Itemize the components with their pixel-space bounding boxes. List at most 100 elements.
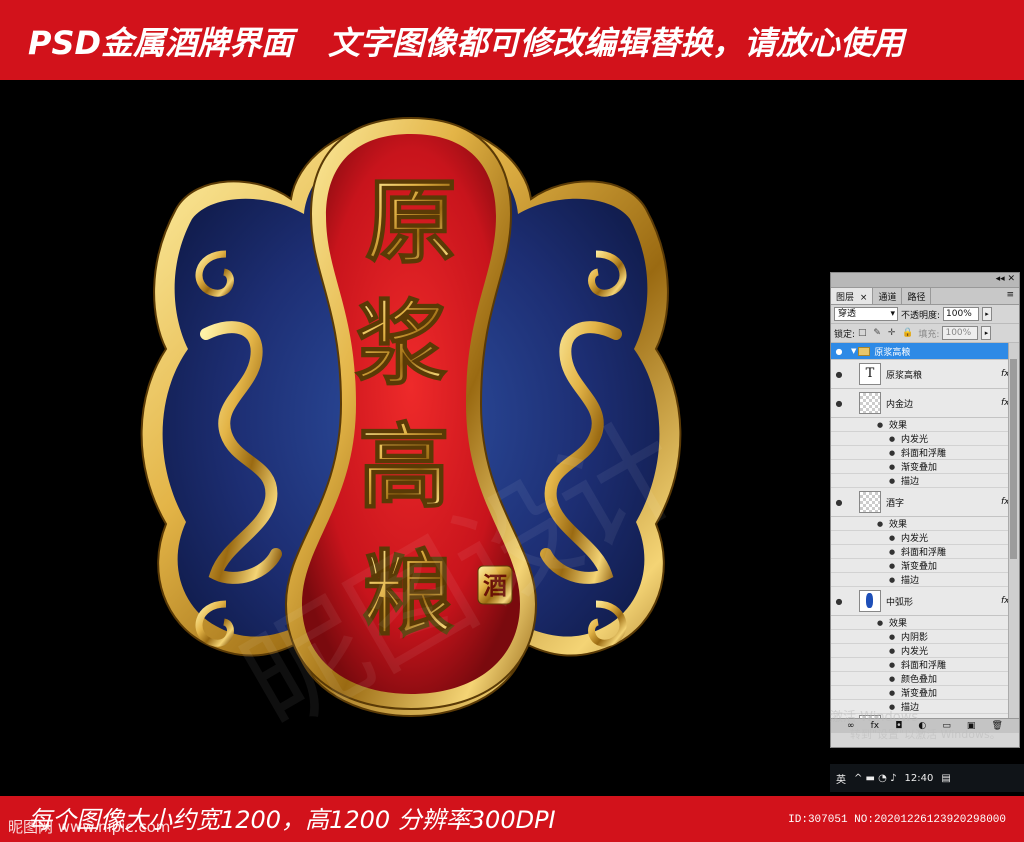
blend-row: 穿透 ▾ 不透明度: 100% ▸ <box>831 305 1019 324</box>
tab-paths[interactable]: 路径 <box>902 288 932 304</box>
tab-layers[interactable]: 图层 × <box>831 288 874 304</box>
opacity-input[interactable]: 100% <box>943 307 980 321</box>
eye-icon[interactable]: ● <box>877 421 889 429</box>
eye-icon[interactable]: ● <box>889 576 901 584</box>
eye-icon[interactable]: ● <box>877 619 889 627</box>
layer-thumb <box>859 392 881 414</box>
effect-name: 描边 <box>901 477 920 487</box>
eye-icon[interactable]: ● <box>889 647 901 655</box>
eye-icon[interactable]: ● <box>889 689 901 697</box>
effect-item[interactable]: ● 渐变叠加 <box>831 686 1019 700</box>
effect-name: 内发光 <box>901 435 929 445</box>
fill-label: 填充: <box>918 329 940 340</box>
layer-row-text[interactable]: ● T 原浆高粮 fx <box>831 360 1019 389</box>
activate-windows-watermark: 激活 Windows <box>830 710 919 725</box>
tab-close-icon[interactable]: × <box>860 293 868 303</box>
visibility-eye-icon[interactable]: ● <box>831 347 847 356</box>
lock-icons[interactable]: □ ✎ ✛ 🔒 <box>858 328 915 338</box>
shape-layer-thumb <box>859 590 881 612</box>
effect-item[interactable]: ● 渐变叠加 <box>831 559 1019 573</box>
effect-name: 渐变叠加 <box>901 463 938 473</box>
lock-label: 锁定: <box>834 329 856 340</box>
layer-group-row[interactable]: ● ▼ 原浆高粮 <box>831 343 1019 360</box>
effect-name: 颜色叠加 <box>901 675 938 685</box>
effect-item[interactable]: ● 斜面和浮雕 <box>831 446 1019 460</box>
eye-icon[interactable]: ● <box>877 520 889 528</box>
effect-name: 斜面和浮雕 <box>901 661 947 671</box>
lock-row: 锁定: □ ✎ ✛ 🔒 填充: 100% ▸ <box>831 324 1019 343</box>
panel-collapse-icon[interactable]: ◂◂ ✕ <box>996 274 1015 284</box>
eye-icon[interactable]: ● <box>889 477 901 485</box>
layer-row-wine-char[interactable]: ● 酒字 fx <box>831 488 1019 517</box>
folder-icon <box>858 346 871 356</box>
main-char-1: 原 <box>365 168 457 276</box>
text-layer-thumb: T <box>859 363 881 385</box>
eye-icon[interactable]: ● <box>889 435 901 443</box>
effects-header[interactable]: ● 效果 <box>831 616 1019 630</box>
eye-icon[interactable]: ● <box>889 633 901 641</box>
tray-icons[interactable]: ^ ▬ ◔ ♪ <box>854 773 896 784</box>
tab-channels[interactable]: 通道 <box>873 288 903 304</box>
image-id: ID:307051 NO:20201226123920298000 <box>788 814 1006 826</box>
eye-icon[interactable]: ● <box>889 449 901 457</box>
opacity-slider-arrow-icon[interactable]: ▸ <box>982 307 993 321</box>
effect-item[interactable]: ● 内发光 <box>831 432 1019 446</box>
layer-name: 酒字 <box>886 498 905 509</box>
visibility-eye-icon[interactable]: ● <box>831 597 847 606</box>
chevron-down-icon: ▾ <box>890 309 895 319</box>
eye-icon[interactable]: ● <box>889 548 901 556</box>
effects-header[interactable]: ● 效果 <box>831 418 1019 432</box>
layers-scrollbar[interactable] <box>1008 343 1019 718</box>
visibility-eye-icon[interactable]: ● <box>831 399 847 408</box>
fill-input[interactable]: 100% <box>942 326 979 340</box>
clock[interactable]: 12:40 <box>904 773 933 784</box>
banner-title-left: PSD金属酒牌界面 <box>28 24 294 62</box>
layer-name: 中弧形 <box>886 597 914 608</box>
effect-item[interactable]: ● 斜面和浮雕 <box>831 545 1019 559</box>
effect-item[interactable]: ● 描边 <box>831 573 1019 587</box>
group-name: 原浆高粮 <box>874 347 911 358</box>
effect-item[interactable]: ● 内发光 <box>831 644 1019 658</box>
expand-triangle-icon[interactable]: ▼ <box>851 347 856 355</box>
banner-title-right: 文字图像都可修改编辑替换，请放心使用 <box>328 24 905 62</box>
eye-icon[interactable]: ● <box>889 562 901 570</box>
layer-row-middle-arc[interactable]: ● 中弧形 fx <box>831 587 1019 616</box>
panel-menu-icon[interactable]: ≡ <box>1001 288 1019 304</box>
system-taskbar: 英 ^ ▬ ◔ ♪ 12:40 ▤ <box>830 764 1024 792</box>
layers-panel: ◂◂ ✕ 图层 × 通道 路径 ≡ 穿透 ▾ 不透明度: 100% ▸ 锁定: … <box>830 272 1020 748</box>
effect-item[interactable]: ● 颜色叠加 <box>831 672 1019 686</box>
effect-name: 内发光 <box>901 534 929 544</box>
effect-name: 内发光 <box>901 647 929 657</box>
layer-name: 原浆高粮 <box>886 370 923 381</box>
site-watermark: 昵图网 www.nipic.com <box>8 818 171 836</box>
layer-thumb <box>859 491 881 513</box>
effect-item[interactable]: ● 斜面和浮雕 <box>831 658 1019 672</box>
effects-header[interactable]: ● 效果 <box>831 517 1019 531</box>
visibility-eye-icon[interactable]: ● <box>831 498 847 507</box>
effects-label: 效果 <box>889 619 908 629</box>
layer-name: 内金边 <box>886 399 914 410</box>
layers-list: ● ▼ 原浆高粮 ● T 原浆高粮 fx ● 内金边 fx ● 效果 ● 内发光 ●… <box>831 343 1019 718</box>
layer-row-inner-gold[interactable]: ● 内金边 fx <box>831 389 1019 418</box>
blend-mode-select[interactable]: 穿透 ▾ <box>834 307 898 321</box>
eye-icon[interactable]: ● <box>889 661 901 669</box>
effect-item[interactable]: ● 内发光 <box>831 531 1019 545</box>
effect-item[interactable]: ● 描边 <box>831 474 1019 488</box>
blend-mode-value: 穿透 <box>838 309 857 319</box>
effect-name: 描边 <box>901 576 920 586</box>
eye-icon[interactable]: ● <box>889 534 901 542</box>
effect-item[interactable]: ● 渐变叠加 <box>831 460 1019 474</box>
eye-icon[interactable]: ● <box>889 675 901 683</box>
ime-indicator[interactable]: 英 <box>836 771 846 786</box>
activate-windows-hint: 转到"设置"以激活 Windows。 <box>850 728 1001 741</box>
scrollbar-thumb[interactable] <box>1010 359 1017 559</box>
notification-icon[interactable]: ▤ <box>941 773 950 784</box>
effects-label: 效果 <box>889 421 908 431</box>
effect-item[interactable]: ● 内阴影 <box>831 630 1019 644</box>
effect-name: 斜面和浮雕 <box>901 548 947 558</box>
tab-layers-label: 图层 <box>836 293 855 303</box>
eye-icon[interactable]: ● <box>889 463 901 471</box>
fill-slider-arrow-icon[interactable]: ▸ <box>981 326 992 340</box>
visibility-eye-icon[interactable]: ● <box>831 370 847 379</box>
effect-name: 渐变叠加 <box>901 562 938 572</box>
